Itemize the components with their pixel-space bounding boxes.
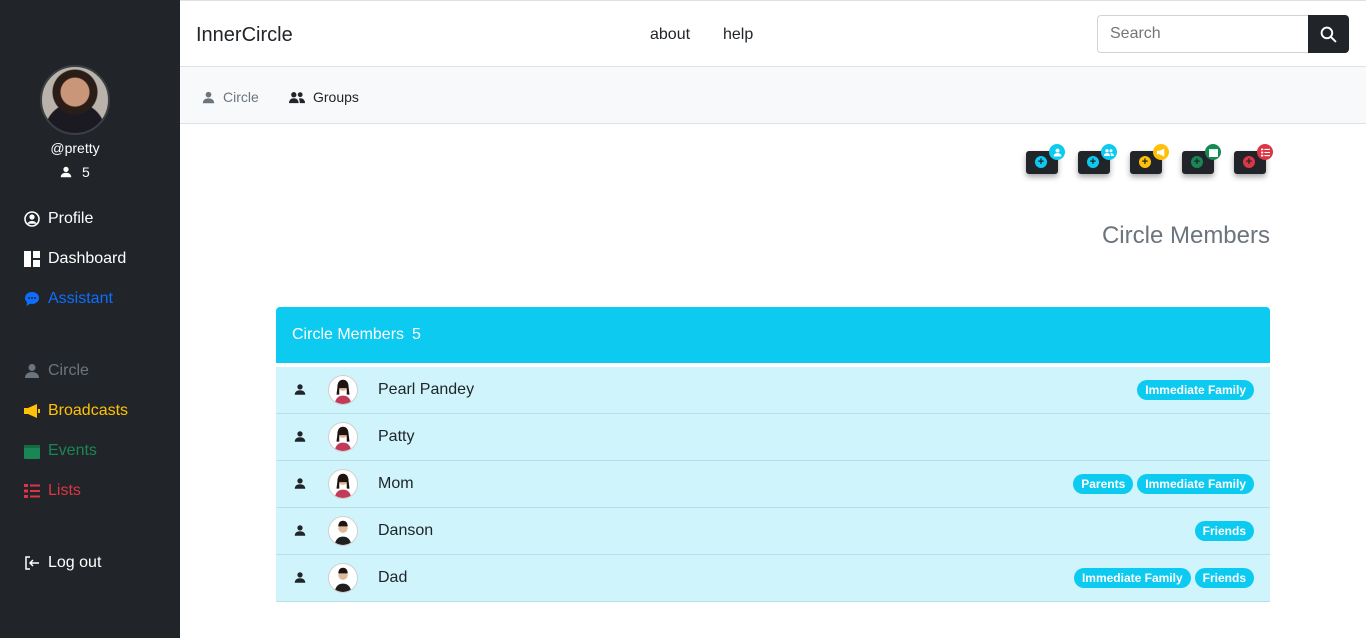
calendar-icon [1205,144,1221,160]
sidebar-item-circle[interactable]: Circle [24,362,89,380]
table-row[interactable]: Mom Parents Immediate Family [276,461,1270,508]
plus-icon: + [1035,156,1047,168]
member-name[interactable]: Danson [378,522,433,540]
brand-logo[interactable]: InnerCircle [196,24,293,47]
member-name[interactable]: Pearl Pandey [378,381,474,399]
sidebar-item-profile[interactable]: Profile [24,210,93,228]
member-name[interactable]: Mom [378,475,414,493]
members-card-header: Circle Members 5 [276,307,1270,363]
avatar[interactable] [328,563,358,593]
user-handle: @pretty [50,140,100,156]
list-icon [24,484,40,498]
user-icon [294,524,306,542]
list-icon [1257,144,1273,160]
group-badge[interactable]: Immediate Family [1137,474,1254,494]
plus-icon: + [1139,156,1151,168]
sidebar-item-label: Dashboard [48,250,127,267]
member-list: Pearl Pandey Immediate Family Patty Mom Pare… [276,367,1270,602]
add-broadcast-button[interactable]: + [1130,144,1169,174]
tab-label: Circle [223,89,259,105]
sidebar-item-label: Broadcasts [48,402,129,419]
sidebar: @pretty 5 Profile Dashboard Assistant Ci… [0,0,180,638]
user-icon [1049,144,1065,160]
user-icon [202,91,215,103]
sidebar-item-label: Circle [48,362,89,379]
circle-count-value: 5 [82,164,90,180]
add-group-button[interactable]: + [1078,144,1117,174]
group-tags: Immediate Family Friends [1073,568,1254,588]
user-icon [60,166,72,178]
user-icon [294,571,306,589]
member-count: 5 [412,326,421,343]
avatar[interactable] [328,469,358,499]
sidebar-item-label: Assistant [48,290,113,307]
avatar[interactable] [328,422,358,452]
search-form [1097,15,1349,53]
tab-groups[interactable]: Groups [289,89,359,105]
card-title: Circle Members [292,326,405,343]
plus-icon: + [1087,156,1099,168]
sidebar-item-dashboard[interactable]: Dashboard [24,250,126,268]
plus-icon: + [1191,156,1203,168]
sidebar-item-events[interactable]: Events [24,442,97,460]
circle-count: 5 [60,164,90,180]
search-input[interactable] [1097,15,1308,53]
table-row[interactable]: Danson Friends [276,508,1270,555]
add-list-button[interactable]: + [1234,144,1273,174]
nav-link-about[interactable]: about [650,26,690,44]
group-badge[interactable]: Friends [1194,521,1254,541]
group-tags: Immediate Family [1137,380,1254,400]
user-icon [25,364,39,378]
plus-icon: + [1243,156,1255,168]
megaphone-icon [24,404,40,418]
add-member-button[interactable]: + [1026,144,1065,174]
users-icon [1101,144,1117,160]
avatar[interactable] [328,375,358,405]
table-row[interactable]: Patty [276,414,1270,461]
calendar-icon [24,445,40,459]
group-badge[interactable]: Friends [1194,568,1254,588]
member-name[interactable]: Patty [378,428,414,446]
sidebar-item-label: Log out [48,554,102,571]
group-badge[interactable]: Immediate Family [1073,568,1191,588]
search-button[interactable] [1308,15,1349,53]
user-circle-icon [24,211,40,227]
chat-bubble-icon [25,292,39,306]
sidebar-item-lists[interactable]: Lists [24,482,81,500]
sidebar-item-broadcasts[interactable]: Broadcasts [24,402,128,420]
logout-icon [25,556,39,570]
avatar[interactable] [40,65,110,135]
search-icon [1320,26,1337,43]
add-event-button[interactable]: + [1182,144,1221,174]
sidebar-item-label: Profile [48,210,94,227]
megaphone-icon [1153,144,1169,160]
group-tags: Parents Immediate Family [1073,474,1254,494]
sidebar-item-assistant[interactable]: Assistant [24,290,113,308]
top-navbar: InnerCircle about help [180,0,1366,67]
table-row[interactable]: Dad Immediate Family Friends [276,555,1270,602]
user-icon [294,383,306,401]
table-row[interactable]: Pearl Pandey Immediate Family [276,367,1270,414]
page-title: Circle Members [1101,222,1270,249]
logout-button[interactable]: Log out [24,554,101,572]
sidebar-item-label: Lists [48,482,81,499]
group-badge[interactable]: Immediate Family [1137,380,1254,400]
user-icon [294,430,306,448]
sidebar-item-label: Events [48,442,97,459]
nav-link-help[interactable]: help [723,26,753,44]
dashboard-icon [24,251,40,267]
tab-label: Groups [313,89,359,105]
member-name[interactable]: Dad [378,569,407,587]
users-icon [289,91,305,103]
avatar[interactable] [328,516,358,546]
group-badge[interactable]: Parents [1073,474,1134,494]
user-icon [294,477,306,495]
group-tags: Friends [1194,521,1254,541]
tab-circle[interactable]: Circle [202,89,259,105]
sub-navbar: Circle Groups [180,67,1366,124]
